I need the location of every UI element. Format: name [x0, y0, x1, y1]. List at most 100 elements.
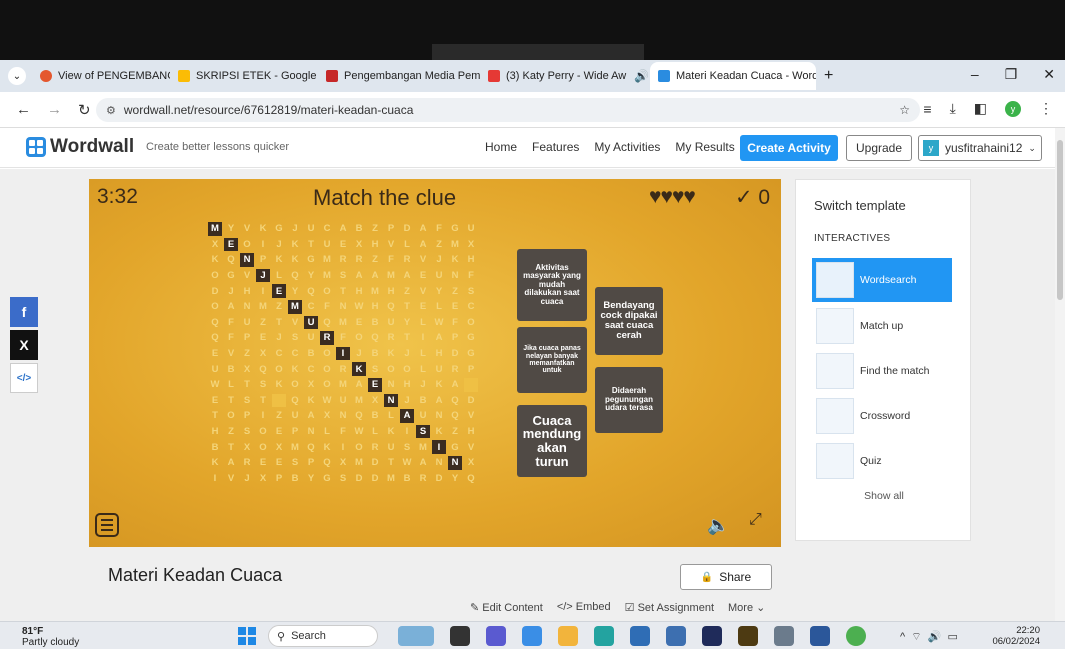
grid-cell[interactable]: K: [447, 252, 463, 268]
grid-cell[interactable]: S: [367, 361, 383, 377]
grid-cell[interactable]: O: [271, 361, 287, 377]
grid-cell[interactable]: M: [319, 252, 335, 268]
grid-cell[interactable]: O: [319, 361, 335, 377]
grid-cell[interactable]: U: [207, 361, 223, 377]
template-find-the-match[interactable]: Find the match: [812, 349, 952, 393]
kebab-menu-icon[interactable]: ⋮: [1039, 100, 1053, 117]
grid-cell[interactable]: K: [255, 221, 271, 237]
grid-cell[interactable]: A: [223, 455, 239, 471]
grid-cell[interactable]: V: [383, 237, 399, 253]
grid-cell[interactable]: M: [383, 471, 399, 487]
grid-cell[interactable]: O: [223, 408, 239, 424]
tab-search-icon[interactable]: ⌄: [8, 67, 26, 85]
grid-cell[interactable]: M: [287, 439, 303, 455]
clue-card[interactable]: Cuaca mendung akan turun: [517, 405, 587, 477]
grid-cell[interactable]: O: [255, 439, 271, 455]
grid-cell[interactable]: A: [351, 268, 367, 284]
grid-cell[interactable]: U: [287, 408, 303, 424]
grid-cell[interactable]: O: [319, 346, 335, 362]
grid-cell[interactable]: H: [383, 283, 399, 299]
grid-cell[interactable]: A: [303, 408, 319, 424]
grid-cell[interactable]: L: [415, 361, 431, 377]
grid-cell[interactable]: K: [383, 346, 399, 362]
grid-cell[interactable]: E: [207, 393, 223, 409]
grid-cell[interactable]: J: [431, 252, 447, 268]
grid-cell[interactable]: M: [415, 439, 431, 455]
grid-cell[interactable]: A: [415, 455, 431, 471]
wordwall-logo[interactable]: Wordwall: [26, 136, 134, 158]
folder-icon[interactable]: [558, 626, 578, 646]
grid-cell[interactable]: T: [223, 439, 239, 455]
user-menu-button[interactable]: y yusfitrahaini12 ⌄: [918, 135, 1042, 161]
bridge-icon[interactable]: [738, 626, 758, 646]
grid-cell[interactable]: M: [335, 377, 351, 393]
grid-cell[interactable]: T: [255, 393, 271, 409]
grid-cell[interactable]: J: [223, 283, 239, 299]
grid-cell[interactable]: Y: [223, 221, 239, 237]
grid-cell[interactable]: N: [431, 455, 447, 471]
grid-cell[interactable]: L: [399, 237, 415, 253]
grid-cell[interactable]: N: [447, 268, 463, 284]
grid-cell[interactable]: N: [431, 408, 447, 424]
grid-cell[interactable]: G: [463, 346, 479, 362]
grid-cell[interactable]: B: [415, 393, 431, 409]
menu-my-results[interactable]: My Results: [675, 140, 734, 154]
grid-cell[interactable]: H: [399, 377, 415, 393]
grid-cell[interactable]: E: [335, 237, 351, 253]
grid-cell[interactable]: R: [367, 439, 383, 455]
grid-cell[interactable]: F: [223, 315, 239, 331]
grid-cell[interactable]: E: [207, 346, 223, 362]
grid-cell[interactable]: C: [303, 299, 319, 315]
grid-cell[interactable]: A: [415, 221, 431, 237]
grid-cell[interactable]: L: [319, 424, 335, 440]
grid-cell[interactable]: Z: [447, 424, 463, 440]
grid-cell[interactable]: Q: [383, 299, 399, 315]
grid-cell[interactable]: I: [432, 440, 446, 454]
grid-cell[interactable]: R: [320, 331, 334, 345]
grid-cell[interactable]: U: [415, 408, 431, 424]
grid-cell[interactable]: N: [239, 299, 255, 315]
share-button[interactable]: 🔒 Share: [680, 564, 772, 590]
grid-cell[interactable]: D: [431, 471, 447, 487]
grid-cell[interactable]: A: [223, 299, 239, 315]
grid-cell[interactable]: C: [303, 361, 319, 377]
grid-cell[interactable]: C: [287, 346, 303, 362]
grid-cell[interactable]: K: [383, 424, 399, 440]
grid-cell[interactable]: L: [415, 346, 431, 362]
clue-card[interactable]: Bendayang cock dipakai saat cuaca cerah: [595, 287, 663, 355]
grid-cell[interactable]: O: [399, 361, 415, 377]
grid-cell[interactable]: F: [223, 330, 239, 346]
grid-cell[interactable]: Q: [303, 283, 319, 299]
browser-tab-1[interactable]: View of PENGEMBANGAN M✕: [32, 62, 170, 90]
grid-cell[interactable]: W: [351, 424, 367, 440]
grid-cell[interactable]: I: [335, 439, 351, 455]
grid-cell[interactable]: L: [271, 268, 287, 284]
clock[interactable]: 22:20 06/02/2024: [988, 625, 1040, 648]
grid-cell[interactable]: V: [223, 471, 239, 487]
grid-cell[interactable]: K: [431, 377, 447, 393]
grid-cell[interactable]: W: [351, 299, 367, 315]
grid-cell[interactable]: Z: [255, 315, 271, 331]
grid-cell[interactable]: A: [400, 409, 414, 423]
grid-cell[interactable]: S: [287, 455, 303, 471]
grid-cell[interactable]: Z: [431, 237, 447, 253]
grid-cell[interactable]: U: [303, 330, 319, 346]
grid-cell[interactable]: F: [383, 252, 399, 268]
grid-cell[interactable]: X: [463, 237, 479, 253]
grid-cell[interactable]: V: [463, 408, 479, 424]
grid-cell[interactable]: D: [351, 471, 367, 487]
grid-cell[interactable]: R: [335, 252, 351, 268]
reload-icon[interactable]: ↻: [78, 101, 91, 119]
grid-cell[interactable]: O: [255, 424, 271, 440]
grid-cell[interactable]: G: [447, 221, 463, 237]
grid-cell[interactable]: M: [367, 283, 383, 299]
grid-cell[interactable]: C: [271, 346, 287, 362]
grid-cell[interactable]: P: [255, 252, 271, 268]
grid-cell[interactable]: K: [287, 252, 303, 268]
grid-cell[interactable]: M: [319, 268, 335, 284]
grid-cell[interactable]: T: [399, 299, 415, 315]
grid-cell[interactable]: F: [319, 299, 335, 315]
grid-cell[interactable]: A: [447, 377, 463, 393]
grid-cell[interactable]: A: [335, 221, 351, 237]
grid-cell[interactable]: Q: [351, 408, 367, 424]
